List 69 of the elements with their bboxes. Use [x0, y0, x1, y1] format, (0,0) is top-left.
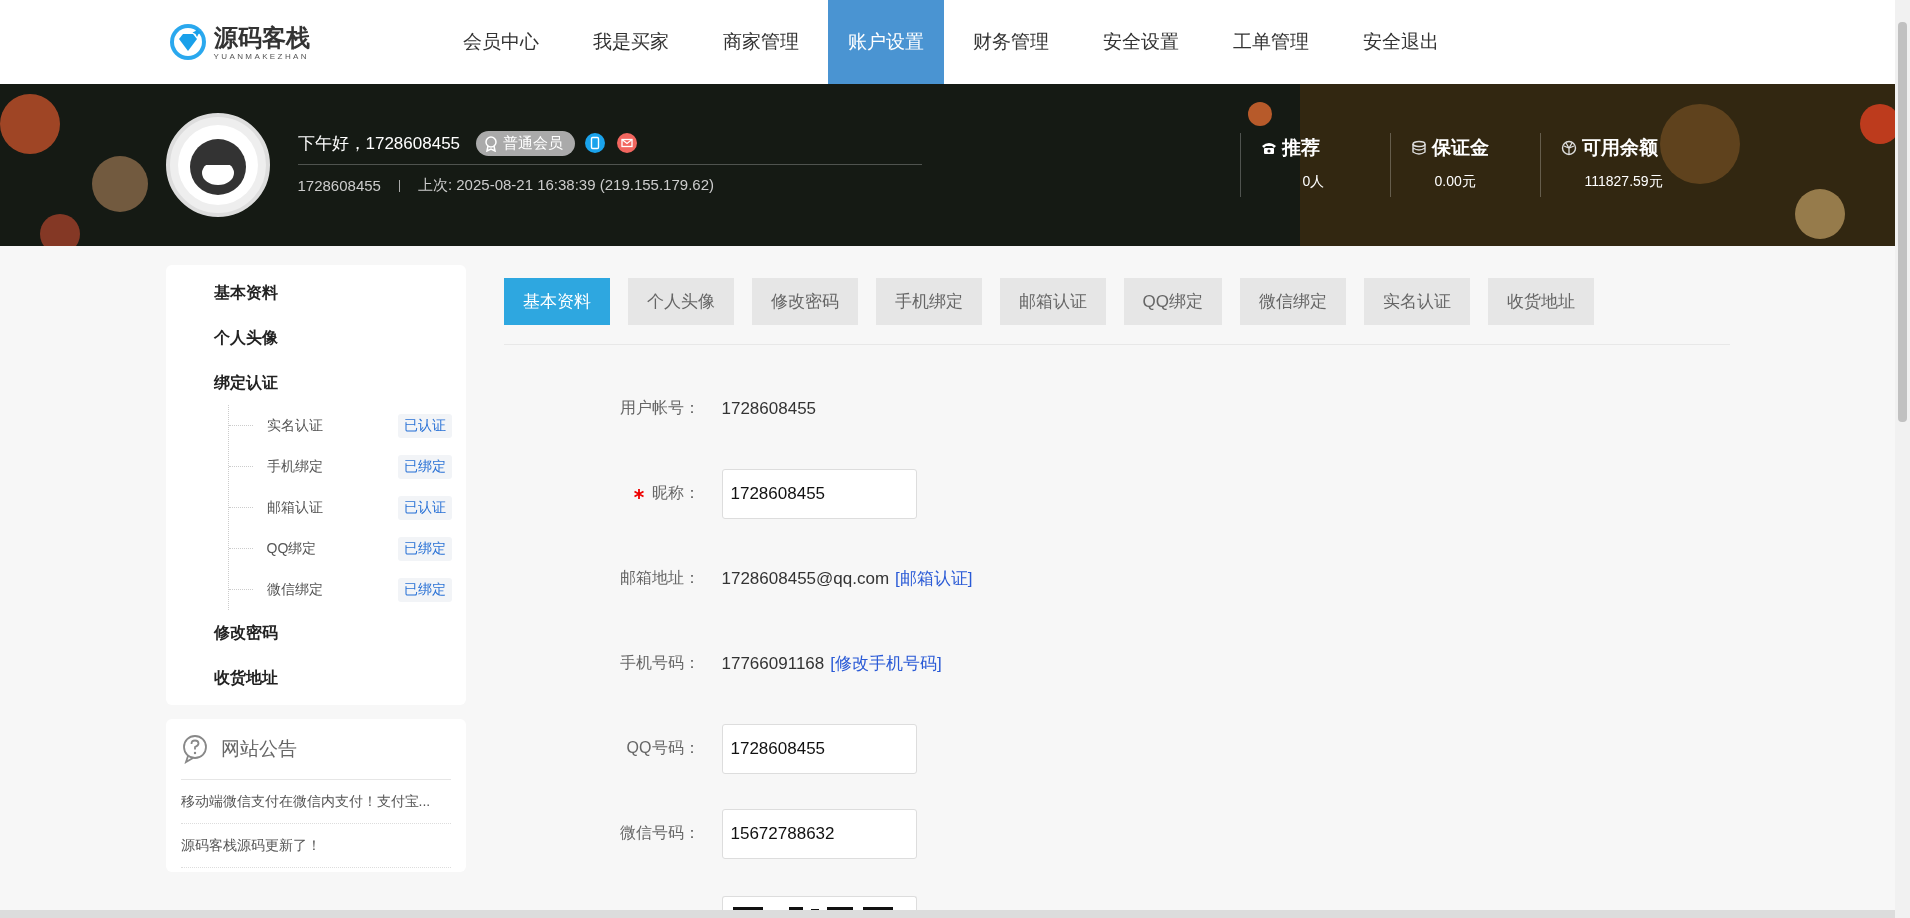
nav-item[interactable]: 工单管理	[1207, 0, 1334, 84]
input-field[interactable]: 1728608455	[721, 468, 917, 519]
field-label: 邮箱地址：	[619, 568, 700, 588]
sidebar-subitem[interactable]: 实名认证	[266, 416, 398, 435]
logo-title: 源码客栈	[213, 23, 310, 52]
sidebar-subitem[interactable]: 微信绑定	[266, 580, 398, 599]
tab[interactable]: 实名认证	[1363, 278, 1470, 325]
status-tag: 已绑定	[397, 577, 452, 602]
stat-label: 可用余额	[1581, 136, 1658, 160]
tab[interactable]: 邮箱认证	[999, 278, 1106, 325]
avatar-silhouette-icon	[177, 125, 258, 205]
sidebar-item[interactable]: 收货地址	[165, 655, 466, 700]
username: 1728608455	[297, 177, 381, 194]
status-tag: 已绑定	[397, 536, 452, 561]
tab[interactable]: 个人头像	[627, 278, 734, 325]
nav-item[interactable]: 我是买家	[567, 0, 694, 84]
nav-item[interactable]: 商家管理	[697, 0, 824, 84]
coin-stack-icon	[1410, 140, 1427, 156]
sidebar-item[interactable]: 个人头像	[165, 315, 466, 360]
tab[interactable]: 微信绑定	[1239, 278, 1346, 325]
sidebar-subitem[interactable]: 手机绑定	[266, 457, 398, 476]
telephone-icon	[1260, 140, 1277, 156]
stat-value: 0人	[1301, 173, 1326, 191]
sidebar-subitem[interactable]: 邮箱认证	[266, 498, 398, 517]
input-field[interactable]: 1728608455	[721, 723, 917, 774]
scrollbar[interactable]	[1895, 0, 1910, 918]
member-badge: 普通会员	[476, 131, 576, 156]
status-tag: 已认证	[397, 495, 452, 520]
mail-icon	[617, 132, 640, 155]
field-value: 1728608455@qq.com	[721, 568, 890, 589]
field-value: 17766091168	[721, 653, 825, 674]
tab[interactable]: 手机绑定	[875, 278, 982, 325]
sidebar-item[interactable]: 修改密码	[165, 610, 466, 655]
sidebar-item[interactable]: 绑定认证	[165, 360, 466, 405]
stat-label: 推荐	[1281, 136, 1320, 160]
diamond-logo-icon	[167, 22, 208, 62]
field-label: 用户帐号：	[619, 398, 700, 418]
nav-item[interactable]: 安全退出	[1337, 0, 1464, 84]
sidebar-item[interactable]: 基本资料	[165, 270, 466, 315]
phone-icon	[585, 132, 608, 155]
field-label: QQ号码：	[626, 738, 700, 758]
field-value: 1728608455	[721, 398, 817, 419]
notice-link[interactable]: 移动端微信支付在微信内支付！支付宝...	[180, 780, 451, 824]
field-label: 昵称：	[651, 483, 700, 503]
tab[interactable]: 收货地址	[1487, 278, 1594, 325]
status-tag: 已绑定	[397, 454, 452, 479]
notice-title: 网站公告	[220, 737, 297, 761]
status-tag: 已认证	[397, 413, 452, 438]
field-label: 微信号码：	[619, 823, 700, 843]
globe-icon	[1560, 140, 1577, 156]
tab[interactable]: 修改密码	[751, 278, 858, 325]
nav-item[interactable]: 会员中心	[437, 0, 564, 84]
nav-item[interactable]: 安全设置	[1077, 0, 1204, 84]
link[interactable]: [修改手机号码]	[830, 652, 942, 675]
logo-subtitle: YUANMAKEZHAN	[213, 51, 310, 61]
stat-value: 111827.59元	[1583, 173, 1664, 191]
medal-icon	[484, 135, 499, 152]
nav-item[interactable]: 财务管理	[947, 0, 1074, 84]
tab[interactable]: QQ绑定	[1123, 278, 1222, 325]
last-login: 上次: 2025-08-21 16:38:39 (219.155.179.62)	[417, 176, 714, 195]
input-field[interactable]: 15672788632	[721, 808, 917, 859]
link[interactable]: [邮箱认证]	[895, 567, 973, 590]
sidebar-subitem[interactable]: QQ绑定	[266, 539, 398, 558]
horizontal-scrollbar[interactable]	[0, 910, 1895, 918]
stat-value: 0.00元	[1433, 173, 1477, 191]
stat-label: 保证金	[1431, 136, 1489, 160]
greeting: 下午好，1728608455	[297, 133, 461, 155]
notice-link[interactable]: 源码客栈源码更新了！	[180, 824, 451, 868]
field-label: 手机号码：	[619, 653, 700, 673]
